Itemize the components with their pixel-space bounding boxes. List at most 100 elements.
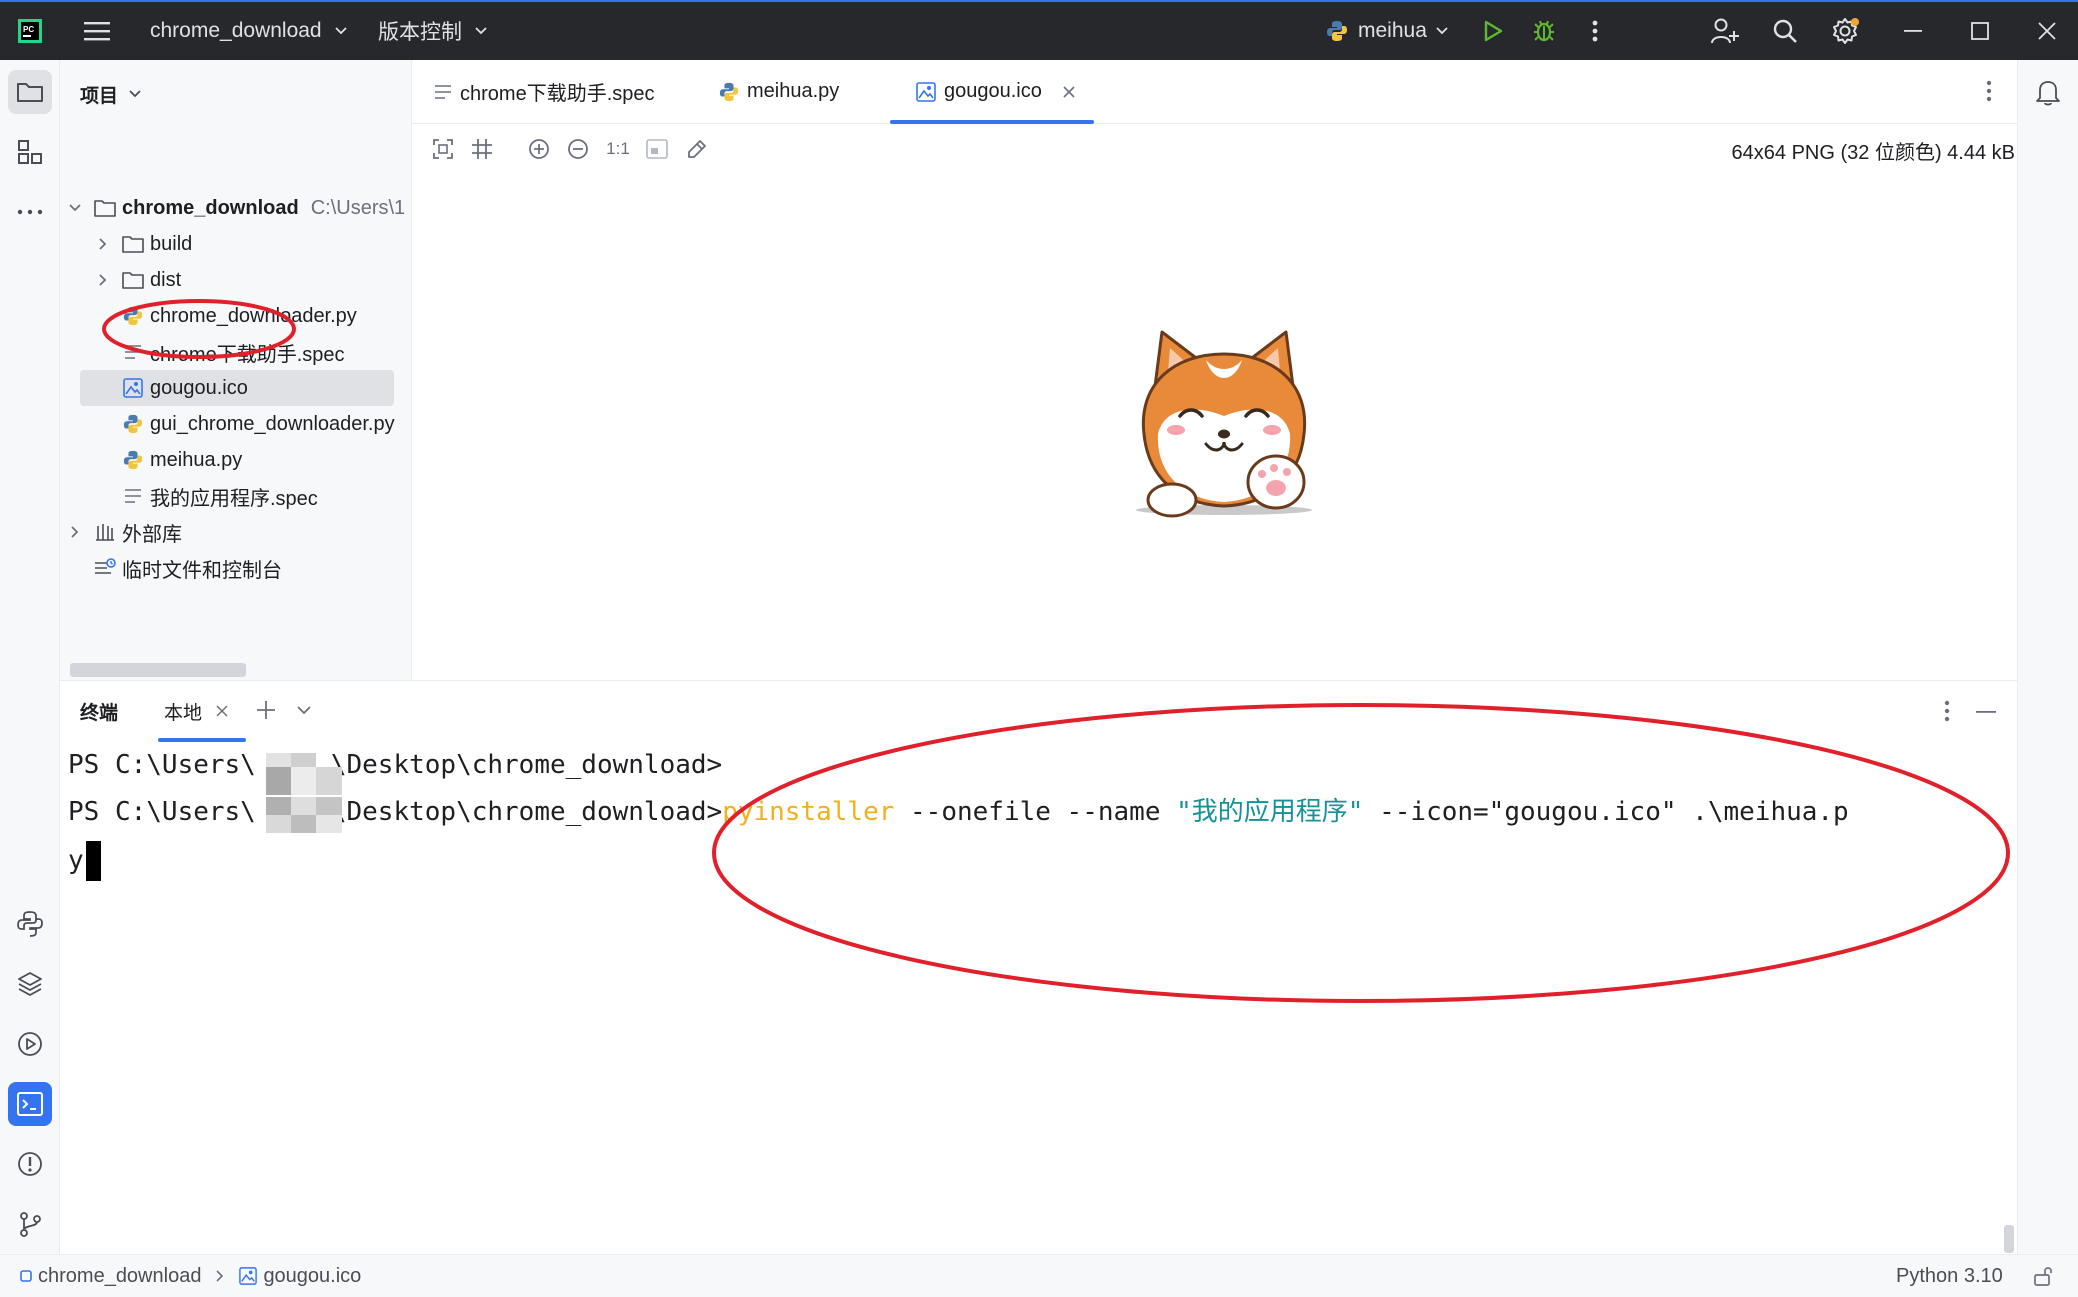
image-preview [1124, 324, 1324, 524]
chevron-down-icon [129, 90, 141, 98]
title-bar: PC chrome_download 版本控制 meihua [0, 0, 2078, 60]
editor-tabs: chrome下载助手.spec meihua.py gougou.ico [412, 60, 2017, 124]
tabs-more-icon[interactable] [1986, 80, 1992, 102]
close-tab-icon[interactable] [1062, 85, 1076, 99]
background-toggle-icon[interactable] [644, 136, 670, 162]
tree-item-gui-chrome-downloader-py[interactable]: gui_chrome_downloader.py [122, 406, 395, 442]
color-picker-icon[interactable] [684, 136, 710, 162]
tab-terminal-local[interactable]: 本地 [158, 681, 228, 741]
python-packages-button[interactable] [8, 962, 52, 1006]
image-file-icon [916, 81, 936, 102]
chevron-right-icon[interactable] [93, 262, 113, 298]
chevron-right-icon [216, 1270, 224, 1282]
main-menu-icon[interactable] [72, 2, 122, 60]
structure-icon [18, 140, 42, 164]
problems-icon [18, 1152, 42, 1176]
editor-area: chrome下载助手.spec meihua.py gougou.ico 1:1… [412, 60, 2017, 680]
debug-icon[interactable] [1519, 2, 1569, 60]
structure-tool-button[interactable] [8, 130, 52, 174]
close-icon[interactable] [2022, 2, 2072, 60]
text-file-icon [122, 485, 144, 507]
project-panel-title: 项目 [80, 85, 119, 107]
tree-item-label: 我的应用程序.spec [150, 487, 318, 510]
command-name: pyinstaller [722, 797, 895, 827]
terminal-header: 终端 本地 [60, 681, 2017, 743]
project-tool-button[interactable] [8, 70, 52, 114]
terminal-line-3[interactable]: y [68, 841, 101, 881]
terminal-tool-button[interactable] [8, 1082, 52, 1126]
maximize-icon[interactable] [1955, 2, 2005, 60]
zoom-in-icon[interactable] [526, 136, 552, 162]
zoom-out-icon[interactable] [565, 136, 591, 162]
python-console-button[interactable] [8, 902, 52, 946]
project-panel-header[interactable]: 项目 [80, 80, 142, 108]
text-file-icon [122, 341, 144, 363]
more-tools-button[interactable] [8, 190, 52, 234]
search-icon[interactable] [1760, 2, 1810, 60]
chevron-right-icon[interactable] [93, 226, 113, 262]
image-info: 64x64 PNG (32 位颜色) 4.44 kB [1731, 142, 2015, 164]
minimize-icon[interactable] [1888, 2, 1938, 60]
grid-icon[interactable] [469, 136, 495, 162]
python-file-icon [122, 305, 144, 327]
tree-item-build[interactable]: build [122, 226, 192, 262]
terminal-panel: 终端 本地 PS C:\Users\ \Desktop\chrome_downlo… [60, 680, 2017, 1254]
redaction-mosaic [266, 753, 342, 795]
run-icon[interactable] [1468, 2, 1518, 60]
chevron-right-icon[interactable] [65, 514, 85, 550]
tree-item-chrome-downloader-py[interactable]: chrome_downloader.py [122, 298, 357, 334]
pycharm-logo-icon[interactable]: PC [6, 2, 54, 60]
folder-icon [17, 83, 43, 102]
tree-root-chrome-download[interactable]: chrome_download C:\Users\1 [94, 190, 405, 226]
tree-item-label: gui_chrome_downloader.py [150, 412, 395, 435]
tab-chrome-spec[interactable]: chrome下载助手.spec [434, 60, 655, 123]
chevron-down-icon [475, 27, 487, 35]
horizontal-scrollbar[interactable] [70, 663, 246, 677]
python-icon [719, 82, 739, 101]
terminal-icon [17, 1092, 43, 1116]
tab-meihua-py[interactable]: meihua.py [719, 60, 839, 123]
vcs-menu[interactable]: 版本控制 [378, 2, 488, 60]
more-actions-icon[interactable] [1570, 2, 1620, 60]
vertical-scrollbar[interactable] [2004, 1225, 2014, 1253]
git-branch-icon [20, 1212, 41, 1237]
terminal-more-icon[interactable] [1944, 700, 1950, 722]
chevron-expanded-icon[interactable] [65, 190, 85, 226]
services-button[interactable] [8, 1022, 52, 1066]
tree-item-dist[interactable]: dist [122, 262, 181, 298]
close-tab-icon[interactable] [216, 705, 228, 717]
left-tool-strip [0, 60, 60, 1254]
notifications-button[interactable] [2026, 70, 2070, 114]
lock-icon[interactable] [2032, 1265, 2054, 1287]
actual-size-button[interactable]: 1:1 [598, 136, 638, 162]
add-user-icon[interactable] [1700, 2, 1750, 60]
redaction-mosaic [266, 797, 342, 833]
tree-item-gougou-ico[interactable]: gougou.ico [122, 370, 248, 406]
tree-item-chrome-spec[interactable]: chrome下载助手.spec [122, 334, 345, 370]
library-icon [94, 521, 116, 543]
git-button[interactable] [8, 1202, 52, 1246]
command-args: --onefile --name [894, 797, 1177, 827]
tree-item-scratches[interactable]: 临时文件和控制台 [94, 550, 282, 586]
fit-window-icon[interactable] [430, 136, 456, 162]
hide-panel-icon[interactable] [1976, 710, 1996, 714]
breadcrumb-root[interactable]: chrome_download [38, 1265, 201, 1288]
tree-item-label: chrome下载助手.spec [150, 343, 345, 366]
tree-item-app-spec[interactable]: 我的应用程序.spec [122, 478, 318, 514]
run-config-selector[interactable]: meihua [1326, 2, 1449, 60]
breadcrumb-file[interactable]: gougou.ico [263, 1265, 361, 1288]
problems-button[interactable] [8, 1142, 52, 1186]
settings-gear-icon[interactable] [1820, 2, 1870, 60]
interpreter-selector[interactable]: Python 3.10 [1896, 1255, 2003, 1297]
right-tool-strip [2017, 60, 2078, 1254]
tab-gougou-ico[interactable]: gougou.ico [890, 60, 1094, 124]
tab-label: chrome下载助手.spec [460, 83, 655, 105]
tree-item-label: gougou.ico [150, 376, 248, 399]
chevron-down-icon[interactable] [296, 705, 312, 715]
project-switcher[interactable]: chrome_download [150, 2, 348, 60]
folder-icon [122, 233, 144, 255]
tree-item-meihua-py[interactable]: meihua.py [122, 442, 242, 478]
folder-icon [122, 269, 144, 291]
tree-item-external-libraries[interactable]: 外部库 [94, 514, 182, 550]
new-terminal-icon[interactable] [255, 699, 277, 721]
